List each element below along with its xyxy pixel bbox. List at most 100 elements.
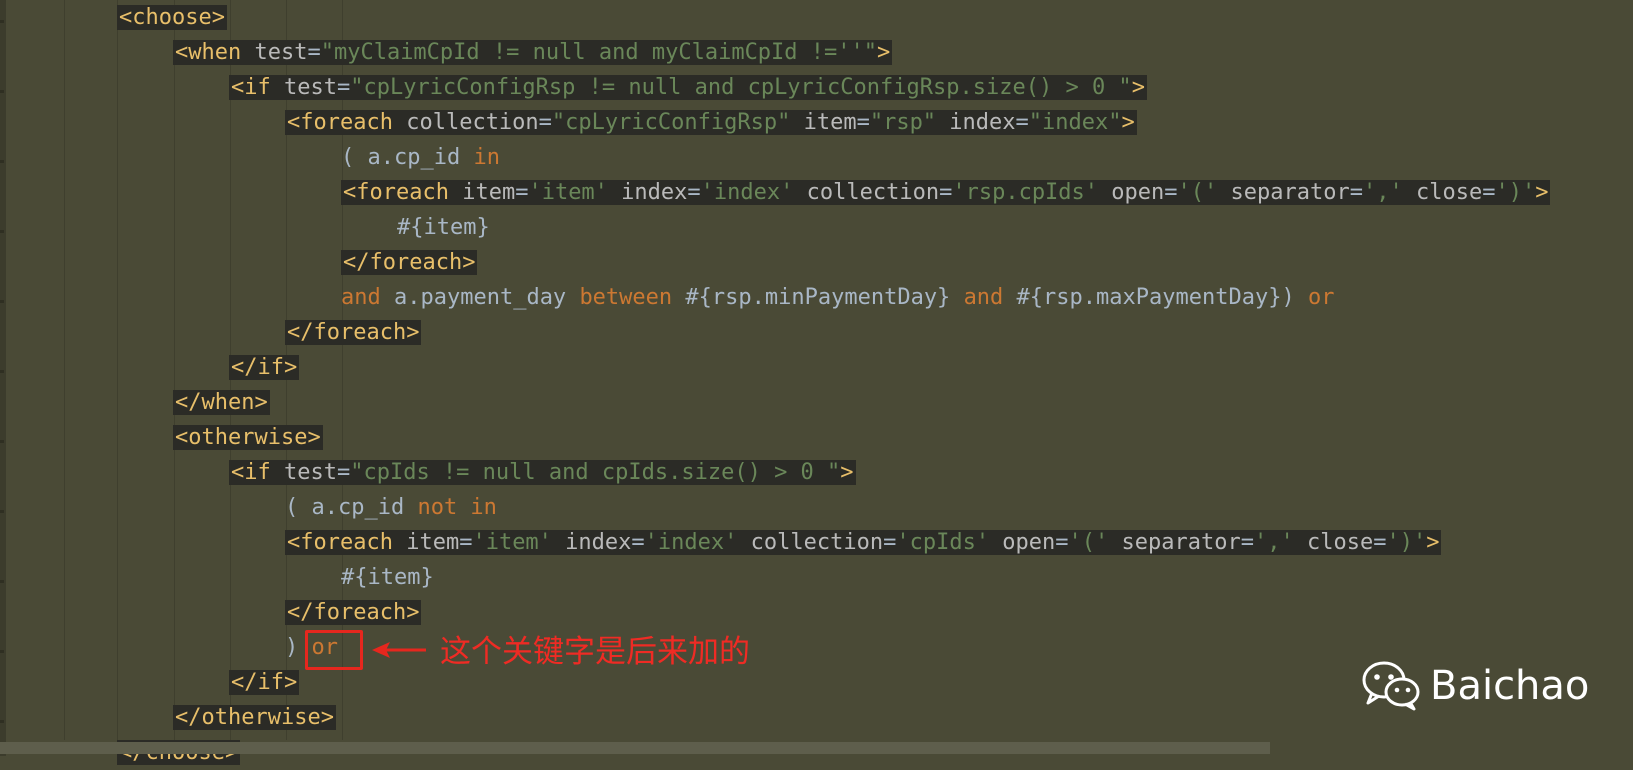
code-token: </foreach> (343, 250, 476, 275)
code-token: 'index' (644, 530, 738, 555)
code-token: = (1015, 110, 1029, 135)
code-token: > (840, 460, 854, 485)
code-token: <if (231, 75, 284, 100)
code-token: index (936, 110, 1016, 135)
code-token: 'index' (700, 180, 794, 205)
code-line[interactable]: </when> (173, 385, 270, 420)
code-token: > (1121, 110, 1135, 135)
code-token: separator (1217, 180, 1350, 205)
code-token: = (631, 530, 645, 555)
gutter-marker (0, 720, 4, 723)
gutter-marker (0, 160, 4, 163)
code-token: ',' (1254, 530, 1294, 555)
code-token: in (473, 145, 500, 170)
gutter-marker (0, 510, 4, 513)
code-token: = (538, 110, 552, 135)
code-token: = (687, 180, 701, 205)
watermark-text: Baichao (1430, 663, 1590, 709)
code-token: 'item' (472, 530, 552, 555)
code-token: = (336, 75, 351, 100)
annotation-highlight-box (305, 630, 363, 670)
code-line[interactable]: <foreach item='item' index='index' colle… (285, 525, 1442, 560)
code-token: = (1349, 180, 1363, 205)
code-token: = (1482, 180, 1496, 205)
code-line[interactable]: <if test="cpLyricConfigRsp != null and c… (229, 70, 1147, 105)
code-line[interactable]: <when test="myClaimCpId != null and myCl… (173, 35, 893, 70)
annotation-text: 这个关键字是后来加的 (440, 634, 750, 670)
code-line[interactable]: #{item} (397, 210, 490, 245)
code-line[interactable]: </foreach> (285, 315, 422, 350)
code-token: > (877, 40, 891, 65)
code-token: </when> (175, 390, 268, 415)
indent-guide (64, 0, 65, 740)
code-token: ( a.cp_id (285, 495, 418, 520)
code-token: item (790, 110, 857, 135)
editor-gutter (0, 0, 6, 756)
code-line[interactable]: #{item} (341, 560, 434, 595)
code-token: = (515, 180, 529, 205)
code-line[interactable]: and a.payment_day between #{rsp.minPayme… (341, 280, 1334, 315)
code-token: open (989, 530, 1056, 555)
code-line[interactable]: ( a.cp_id in (341, 140, 500, 175)
code-token: = (883, 530, 897, 555)
code-token: = (1240, 530, 1254, 555)
horizontal-scrollbar[interactable] (0, 742, 1270, 754)
code-token: collection (406, 110, 539, 135)
code-line[interactable]: <foreach item='item' index='index' colle… (341, 175, 1551, 210)
code-token: between (579, 285, 673, 310)
code-token: "index" (1028, 110, 1122, 135)
code-token: = (307, 40, 321, 65)
code-token: = (856, 110, 870, 135)
code-token: separator (1108, 530, 1241, 555)
code-line[interactable]: <foreach collection="cpLyricConfigRsp" i… (285, 105, 1137, 140)
code-token: close (1402, 180, 1483, 205)
code-line[interactable]: <if test="cpIds != null and cpIds.size()… (229, 455, 856, 490)
code-line[interactable]: </otherwise> (173, 700, 336, 735)
code-token: collection (793, 180, 940, 205)
code-token: a.payment_day (380, 285, 580, 310)
code-token: index (607, 180, 688, 205)
code-token: </otherwise> (175, 705, 334, 730)
gutter-marker (0, 20, 4, 23)
code-token: index (551, 530, 632, 555)
code-token: > (1535, 180, 1549, 205)
code-token: test (283, 460, 337, 485)
watermark: Baichao (1362, 658, 1589, 714)
code-line[interactable]: ( a.cp_id not in (285, 490, 497, 525)
code-token: "cpLyricConfigRsp != null and cpLyricCon… (350, 75, 1132, 100)
code-line[interactable]: </foreach> (285, 595, 422, 630)
code-token: ( a.cp_id (341, 145, 474, 170)
code-line[interactable]: </foreach> (341, 245, 478, 280)
code-token: '(' (1068, 530, 1109, 555)
code-token: ')' (1495, 180, 1536, 205)
code-editor[interactable]: <choose> <when test="myClaimCpId != null … (0, 0, 1633, 765)
code-token: #{rsp.maxPaymentDay}) (1003, 285, 1308, 310)
code-token: <otherwise> (175, 425, 321, 450)
code-token: = (459, 530, 473, 555)
code-token: and (963, 285, 1004, 310)
code-token: = (1373, 530, 1387, 555)
code-token: '(' (1177, 180, 1218, 205)
wechat-icon (1362, 661, 1420, 711)
code-line[interactable]: </if> (229, 350, 300, 385)
gutter-marker (0, 650, 4, 653)
code-token: item (462, 180, 516, 205)
code-line[interactable]: <choose> (117, 0, 227, 35)
gutter-marker (0, 300, 4, 303)
code-line[interactable]: <otherwise> (173, 420, 323, 455)
code-token: <foreach (343, 180, 463, 205)
code-token: not in (417, 495, 497, 520)
code-token: <choose> (119, 5, 225, 30)
code-token: "cpLyricConfigRsp" (551, 110, 791, 135)
code-token: item (406, 530, 460, 555)
code-token: test (254, 40, 308, 65)
code-line[interactable]: </if> (229, 665, 300, 700)
code-token: or (1307, 285, 1335, 310)
gutter-marker (0, 230, 4, 233)
code-token: = (939, 180, 953, 205)
code-token: = (336, 460, 351, 485)
code-token: open (1098, 180, 1165, 205)
code-token: </if> (231, 670, 298, 695)
code-token: > (1426, 530, 1440, 555)
code-token: </foreach> (287, 320, 420, 345)
